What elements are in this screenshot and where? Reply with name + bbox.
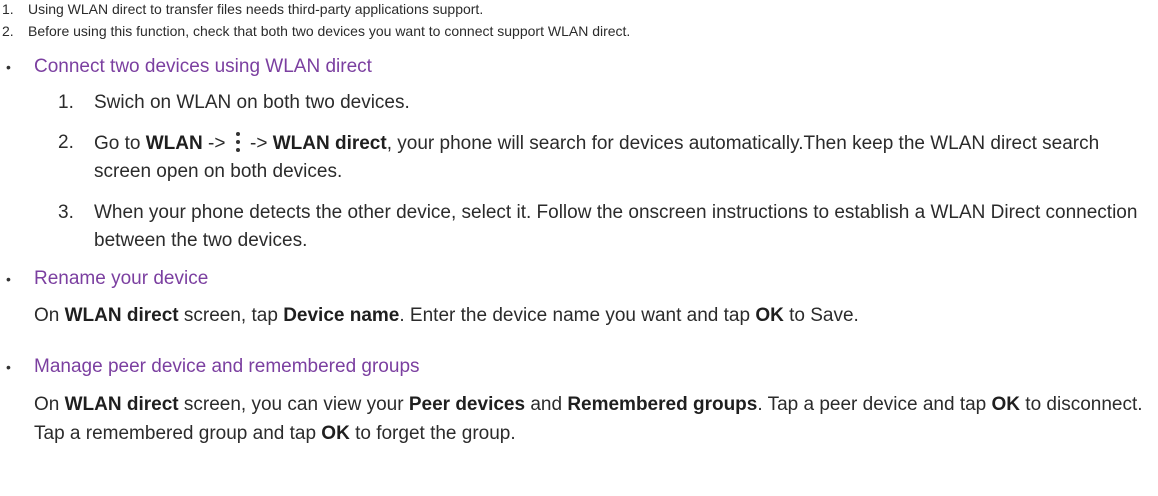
section-manage-heading: • Manage peer device and remembered grou… (6, 356, 420, 378)
step-item: 3. When your phone detects the other dev… (58, 199, 1148, 255)
step-item: 2. Go to WLAN -> -> WLAN direct, your ph… (58, 129, 1148, 186)
step-item: 1. Swich on WLAN on both two devices. (58, 89, 1148, 117)
step-number: 1. (58, 92, 74, 113)
bullet: • (6, 59, 11, 75)
note-text: Before using this function, check that b… (28, 23, 631, 39)
notes-list: 1. Using WLAN direct to transfer files n… (0, 0, 630, 44)
bullet: • (6, 271, 11, 287)
section-rename-heading: • Rename your device (6, 268, 208, 290)
section-title: Manage peer device and remembered groups (34, 356, 420, 377)
section-connect-heading: • Connect two devices using WLAN direct (6, 56, 372, 78)
section-title: Rename your device (34, 268, 209, 289)
step-text: Swich on WLAN on both two devices. (94, 92, 410, 113)
bullet: • (6, 359, 11, 375)
step-text: Go to WLAN -> -> WLAN direct, your phone… (94, 129, 1148, 186)
menu-wlan-direct: WLAN direct (272, 133, 387, 154)
note-item: 1. Using WLAN direct to transfer files n… (0, 0, 630, 22)
note-text: Using WLAN direct to transfer files need… (28, 1, 484, 17)
menu-wlan: WLAN (145, 133, 203, 154)
note-item: 2. Before using this function, check tha… (0, 22, 630, 44)
help-page: 1. Using WLAN direct to transfer files n… (0, 0, 1158, 496)
more-vertical-icon (233, 129, 243, 155)
manage-paragraph: On WLAN direct screen, you can view your… (34, 394, 1143, 444)
rename-paragraph: On WLAN direct screen, tap Device name. … (34, 305, 859, 326)
step-number: 3. (58, 202, 74, 223)
note-number: 1. (2, 1, 14, 17)
note-number: 2. (2, 23, 14, 39)
section-title: Connect two devices using WLAN direct (34, 56, 372, 77)
step-number: 2. (58, 132, 74, 153)
step-text: When your phone detects the other device… (94, 202, 1138, 251)
